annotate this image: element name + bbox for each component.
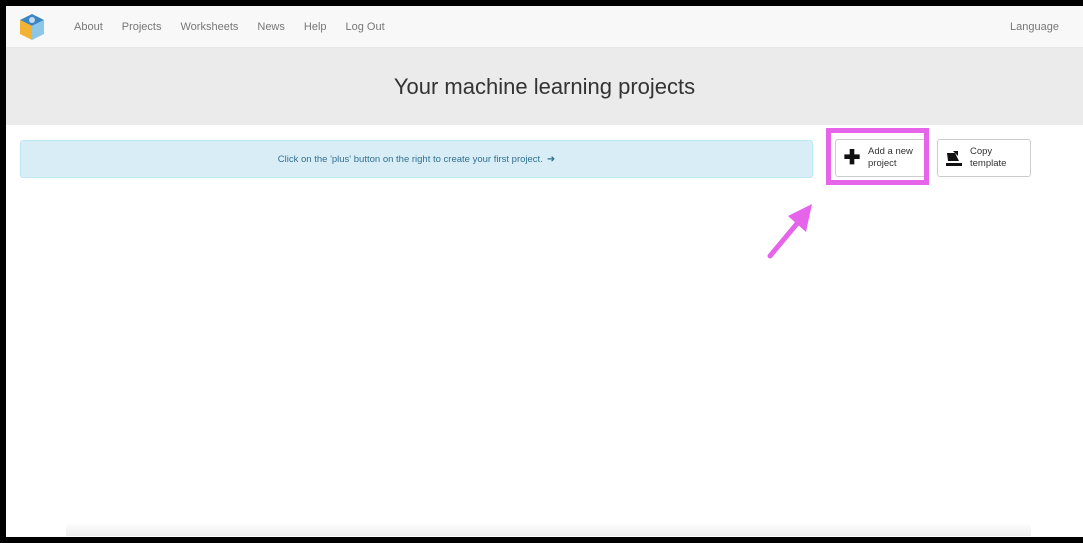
browser-viewport: About Projects Worksheets News Help Log …	[6, 6, 1083, 537]
page-header: Your machine learning projects	[6, 48, 1083, 125]
alert-text: Click on the 'plus' button on the right …	[277, 153, 543, 165]
top-navbar: About Projects Worksheets News Help Log …	[6, 6, 1083, 48]
info-alert: Click on the 'plus' button on the right …	[20, 140, 813, 178]
nav-link-projects[interactable]: Projects	[122, 21, 162, 33]
nav-link-news[interactable]: News	[257, 21, 285, 33]
arrow-right-icon: ➜	[546, 153, 556, 165]
language-menu[interactable]: Language	[1010, 6, 1059, 47]
nav-link-worksheets[interactable]: Worksheets	[181, 21, 239, 33]
nav-link-logout[interactable]: Log Out	[346, 21, 385, 33]
content-panel-edge	[66, 522, 1031, 536]
page-title: Your machine learning projects	[393, 73, 696, 99]
annotation-arrow-icon	[767, 204, 812, 259]
nav-link-about[interactable]: About	[74, 21, 103, 33]
annotation-highlight-box	[826, 128, 929, 185]
copy-template-label: Copy template	[970, 146, 1007, 169]
nav-link-help[interactable]: Help	[304, 21, 327, 33]
copy-template-button[interactable]: Copy template	[937, 139, 1031, 177]
app-logo-icon[interactable]	[19, 13, 45, 41]
copy-template-icon	[946, 151, 962, 166]
